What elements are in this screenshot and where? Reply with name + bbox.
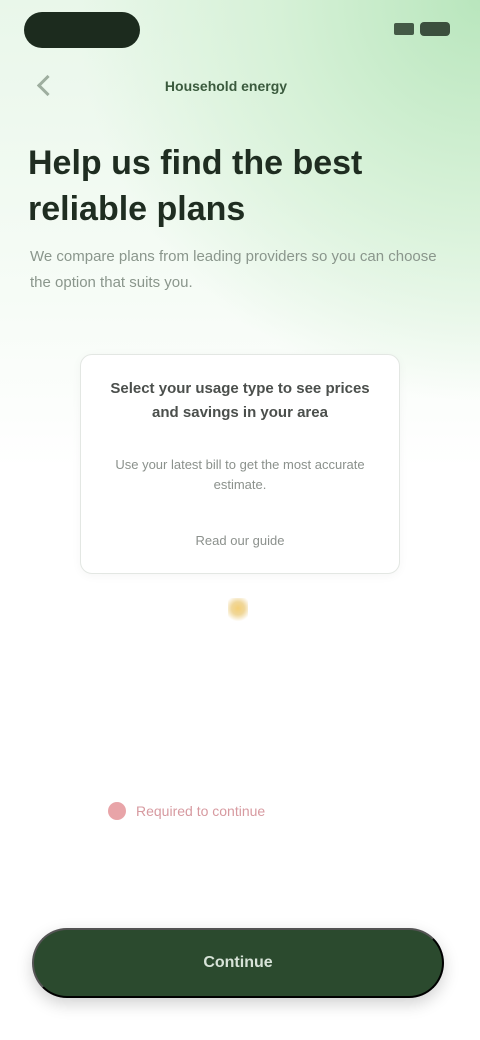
warning-message: Required to continue bbox=[108, 796, 376, 826]
signal-icon bbox=[394, 23, 414, 35]
status-icons bbox=[394, 22, 450, 36]
status-pill bbox=[24, 12, 140, 48]
warning-text: Required to continue bbox=[136, 803, 266, 819]
page-subtitle: We compare plans from leading providers … bbox=[30, 248, 437, 291]
top-nav: Household energy bbox=[0, 64, 480, 108]
spark-icon bbox=[228, 598, 248, 624]
warning-icon bbox=[108, 802, 126, 820]
battery-icon bbox=[420, 22, 450, 36]
card-title: Select your usage type to see prices and… bbox=[110, 380, 370, 421]
status-bar bbox=[0, 0, 480, 64]
card-body: Use your latest bill to get the most acc… bbox=[115, 457, 365, 492]
back-icon[interactable] bbox=[36, 74, 59, 97]
continue-button[interactable]: Continue bbox=[32, 928, 444, 998]
info-card[interactable]: Select your usage type to see prices and… bbox=[80, 354, 400, 574]
nav-title: Household energy bbox=[164, 78, 288, 94]
page-title: Help us find the best reliable plans bbox=[28, 144, 363, 228]
card-link[interactable]: Read our guide bbox=[141, 531, 339, 551]
